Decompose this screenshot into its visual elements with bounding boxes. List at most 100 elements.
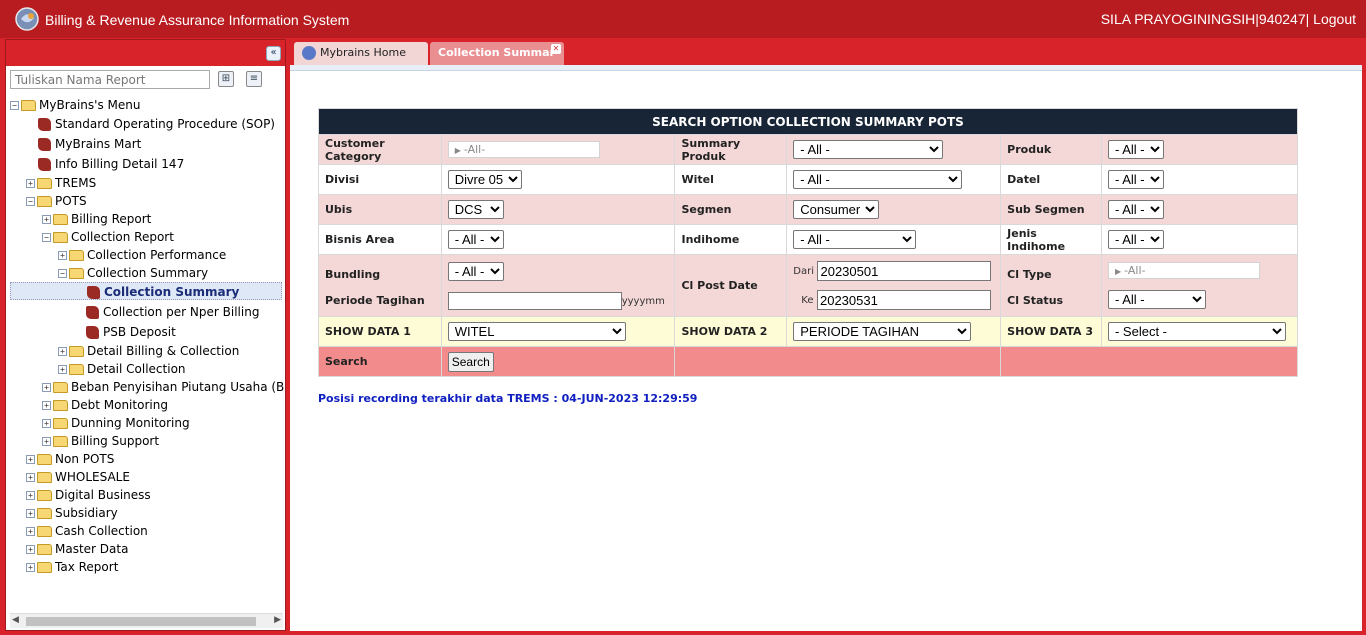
expand-icon[interactable]: + [26,179,35,188]
tree-folder-item[interactable]: − MyBrains's Menu [10,96,140,114]
cl-type-label: Cl Type [1007,268,1052,281]
tree-folder-item[interactable]: + Debt Monitoring [42,396,168,414]
jenis-indihome-select[interactable]: - All - [1107,230,1164,249]
expand-icon[interactable]: + [42,383,51,392]
collapse-icon[interactable]: − [42,233,51,242]
collapse-icon[interactable]: − [10,101,19,110]
indihome-select[interactable]: - All - [793,230,917,249]
tree-folder-item[interactable]: + Master Data [26,540,128,558]
report-puzzle-icon [86,306,99,319]
periode-tagihan-input[interactable] [447,291,622,310]
produk-select[interactable]: - All - [1107,140,1164,159]
tree-folder-item[interactable]: − Collection Report [42,228,174,246]
customer-category-dropdown[interactable]: ▶ -All- [447,141,600,158]
sidebar: « ⊞ ≡ − MyBrains's Menu Standard Operating… [5,39,286,631]
expand-icon[interactable]: + [26,545,35,554]
cl-status-select[interactable]: - All - [1107,290,1206,309]
tree-report-item[interactable]: Standard Operating Procedure (SOP) [38,115,275,133]
cl-post-date-from-input[interactable] [817,261,992,281]
tab-bar: Mybrains Home Collection Summar ✕ [290,39,1362,65]
witel-select[interactable]: - All - [793,170,963,189]
cl-post-date-to-input[interactable] [816,290,991,310]
divisi-select[interactable]: Divre 05 [447,170,522,189]
app-logo-icon [15,7,39,31]
tree-folder-item[interactable]: + Dunning Monitoring [42,414,190,432]
sidebar-horizontal-scrollbar[interactable]: ◀ ▶ [10,613,283,628]
logout-link[interactable]: Logout [1313,11,1356,27]
collapse-sidebar-icon[interactable]: « [266,46,281,61]
report-puzzle-icon [86,326,99,339]
tree-folder-item[interactable]: + Billing Support [42,432,159,450]
scroll-right-icon[interactable]: ▶ [274,615,281,625]
tree-item-label: MyBrains Mart [55,137,142,151]
sub-segmen-select[interactable]: - All - [1107,200,1164,219]
expand-all-icon[interactable]: ⊞ [218,71,234,87]
tree-folder-item[interactable]: + Detail Billing & Collection [58,342,239,360]
segmen-select[interactable]: Consumer [793,200,880,219]
tree-item-label: Subsidiary [55,506,118,520]
expand-icon[interactable]: + [26,491,35,500]
tree-report-item[interactable]: PSB Deposit [86,323,176,341]
tree-folder-item[interactable]: + Tax Report [26,558,118,576]
tree-folder-item[interactable]: + Beban Penyisihan Piutang Usaha (BPP [42,378,285,396]
scroll-left-icon[interactable]: ◀ [12,615,19,625]
search-button[interactable]: Search [447,351,494,372]
folder-icon [37,196,52,207]
expand-icon[interactable]: + [42,419,51,428]
summary-produk-select[interactable]: - All - [793,140,944,159]
collapse-icon[interactable]: − [58,269,67,278]
tree-folder-item[interactable]: + Detail Collection [58,360,186,378]
expand-icon[interactable]: + [26,455,35,464]
tree-folder-item[interactable]: + Cash Collection [26,522,148,540]
expand-icon[interactable]: + [58,251,67,260]
datel-select[interactable]: - All - [1107,170,1164,189]
tab-mybrains-home[interactable]: Mybrains Home [294,42,428,65]
expand-icon[interactable]: + [58,365,67,374]
scroll-thumb[interactable] [26,617,256,626]
tree-item-label: PSB Deposit [103,325,176,339]
expand-icon[interactable]: + [26,527,35,536]
expand-icon[interactable]: + [42,215,51,224]
report-puzzle-icon [87,286,100,299]
bisnis-area-select[interactable]: - All - [447,230,504,249]
tree-report-item[interactable]: MyBrains Mart [38,135,141,153]
tree-folder-item[interactable]: + TREMS [26,174,96,192]
customer-category-label: Customer Category [318,134,442,165]
expand-icon[interactable]: + [26,563,35,572]
expand-icon[interactable]: + [26,473,35,482]
tree-folder-item[interactable]: − POTS [26,192,87,210]
tree-folder-item[interactable]: + Collection Performance [58,246,226,264]
tree-folder-item[interactable]: + WHOLESALE [26,468,130,486]
expand-icon[interactable]: + [58,347,67,356]
expand-icon[interactable]: + [42,401,51,410]
user-name: SILA PRAYOGININGSIH|940247| [1100,11,1310,27]
search-row-empty [674,346,1002,377]
tree-folder-item[interactable]: + Billing Report [42,210,151,228]
tree-report-item[interactable]: Collection per Nper Billing [86,303,259,321]
bundling-select[interactable]: - All - [447,261,504,281]
cl-type-dropdown[interactable]: ▶ -All- [1107,262,1260,279]
tree-folder-item[interactable]: + Subsidiary [26,504,118,522]
tree-report-item[interactable]: Collection Summary [10,282,282,300]
ubis-label: Ubis [318,194,442,225]
expand-icon[interactable]: + [26,509,35,518]
tree-folder-item[interactable]: + Digital Business [26,486,151,504]
tree-folder-item[interactable]: − Collection Summary [58,264,208,282]
collapse-icon[interactable]: − [26,197,35,206]
close-tab-icon[interactable]: ✕ [551,44,561,54]
tab-collection-summary[interactable]: Collection Summar ✕ [430,42,564,65]
show-data-1-select[interactable]: WITEL [447,322,626,341]
ubis-select[interactable]: DCS [447,200,504,219]
folder-icon [53,418,68,429]
folder-icon [37,472,52,483]
report-search-input[interactable] [10,70,210,89]
show-data-2-select[interactable]: PERIODE TAGIHAN [793,322,972,341]
folder-icon [21,100,36,111]
tree-item-label: Collection Summary [87,266,209,280]
tab-collection-label: Collection Summar [438,46,555,59]
expand-icon[interactable]: + [42,437,51,446]
tree-report-item[interactable]: Info Billing Detail 147 [38,155,184,173]
tree-folder-item[interactable]: + Non POTS [26,450,114,468]
show-data-3-select[interactable]: - Select - [1107,322,1286,341]
list-view-icon[interactable]: ≡ [246,71,262,87]
